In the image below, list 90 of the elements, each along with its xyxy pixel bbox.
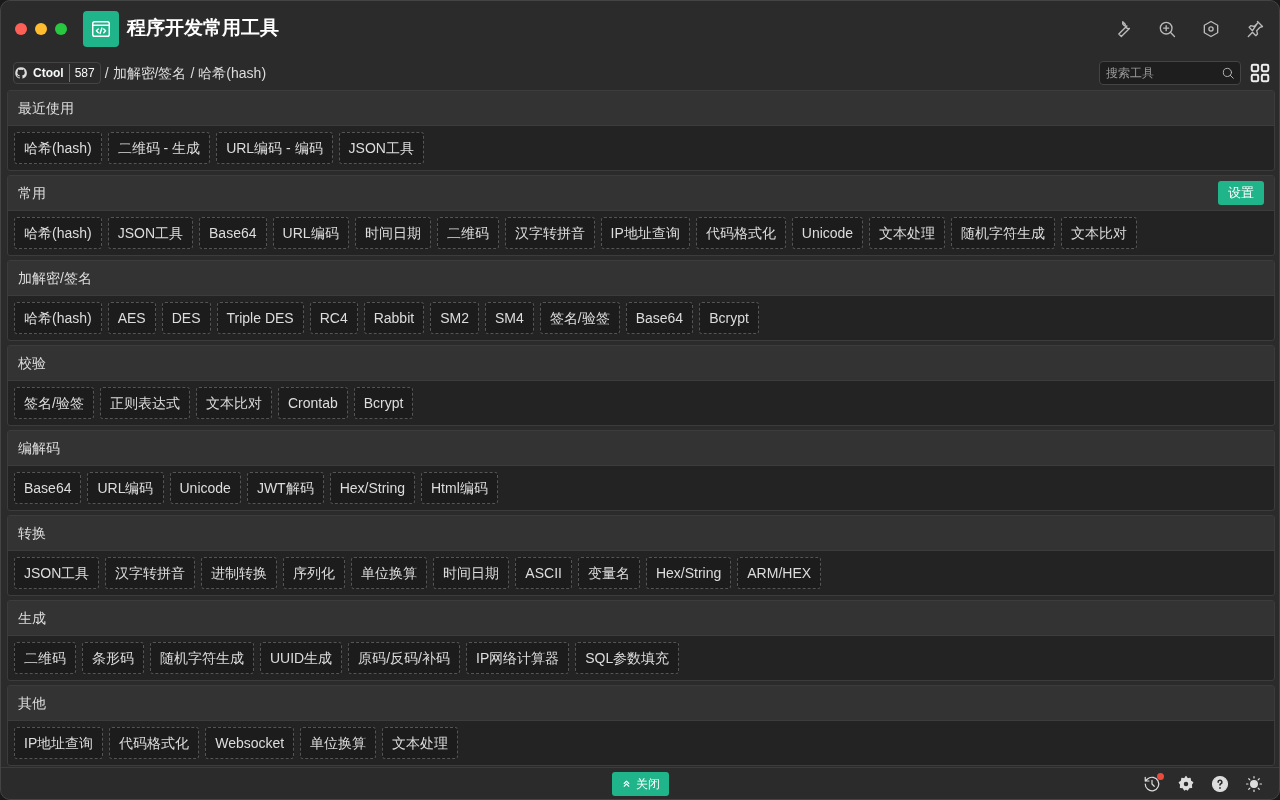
tool-button[interactable]: 代码格式化 xyxy=(695,217,786,249)
window-title: 程序开发常用工具 xyxy=(127,16,279,41)
tool-button[interactable]: 文本处理 xyxy=(869,217,946,249)
tool-button[interactable]: 文本处理 xyxy=(382,727,459,759)
tool-button[interactable]: SM2 xyxy=(430,302,479,334)
sun-icon[interactable] xyxy=(1245,774,1263,793)
tool-button[interactable]: SQL参数填充 xyxy=(575,642,680,674)
tool-button[interactable]: 二维码 - 生成 xyxy=(107,132,211,164)
search-icon xyxy=(1221,66,1235,80)
tool-button[interactable]: 文本比对 xyxy=(195,387,272,419)
section-title: 校验 xyxy=(18,353,46,373)
tool-button[interactable]: 签名/验签 xyxy=(14,387,94,419)
tool-button[interactable]: Crontab xyxy=(277,387,348,419)
github-repo-link[interactable]: Ctool 587 xyxy=(13,62,101,84)
section-title: 编解码 xyxy=(18,438,60,458)
github-icon xyxy=(14,66,28,80)
tool-button[interactable]: 时间日期 xyxy=(354,217,431,249)
tool-button[interactable]: Html编码 xyxy=(421,472,498,504)
tool-button[interactable]: 二维码 xyxy=(14,642,76,674)
tool-button[interactable]: Bcrypt xyxy=(353,387,414,419)
breadcrumb-item[interactable]: 加解密/签名 xyxy=(112,62,187,84)
tool-button[interactable]: JWT解码 xyxy=(246,472,324,504)
tool-button[interactable]: 随机字符生成 xyxy=(150,642,254,674)
section-title: 加解密/签名 xyxy=(18,268,92,288)
breadcrumb-separator: / xyxy=(190,63,195,83)
settings-icon[interactable] xyxy=(1177,774,1195,793)
hexagon-nut-icon[interactable] xyxy=(1201,18,1221,39)
tool-button[interactable]: DES xyxy=(161,302,211,334)
tool-button[interactable]: Base64 xyxy=(14,472,82,504)
repo-name: Ctool xyxy=(32,65,65,82)
tool-button[interactable]: IP地址查询 xyxy=(600,217,690,249)
tool-button[interactable]: SM4 xyxy=(484,302,534,334)
search-field[interactable]: 搜索工具 xyxy=(1099,61,1241,85)
tool-button[interactable]: Bcrypt xyxy=(699,302,759,334)
tool-button[interactable]: 代码格式化 xyxy=(109,727,200,759)
tool-button[interactable]: 正则表达式 xyxy=(99,387,190,419)
tool-button[interactable]: Base64 xyxy=(625,302,694,334)
tool-button[interactable]: 条形码 xyxy=(82,642,144,674)
maximize-window-button[interactable] xyxy=(55,22,67,35)
tool-button[interactable]: Triple DES xyxy=(216,302,304,334)
section-title: 生成 xyxy=(18,608,46,628)
tool-button[interactable]: JSON工具 xyxy=(338,132,424,164)
tool-button[interactable]: 进制转换 xyxy=(201,557,278,589)
tool-button[interactable]: IP网络计算器 xyxy=(466,642,570,674)
tool-button[interactable]: URL编码 - 编码 xyxy=(216,132,333,164)
tool-button[interactable]: 随机字符生成 xyxy=(951,217,1056,249)
tool-button[interactable]: 单位换算 xyxy=(300,727,377,759)
section-title: 转换 xyxy=(18,523,46,543)
tool-button[interactable]: 文本比对 xyxy=(1061,217,1138,249)
tool-button[interactable]: Hex/String xyxy=(329,472,415,504)
history-icon[interactable] xyxy=(1143,774,1161,793)
tool-button[interactable]: URL编码 xyxy=(87,472,164,504)
section-title: 最近使用 xyxy=(18,98,74,118)
tool-button[interactable]: URL编码 xyxy=(272,217,349,249)
tool-button[interactable]: Unicode xyxy=(791,217,864,249)
pin-icon[interactable] xyxy=(1245,18,1265,39)
tool-button[interactable]: Websocket xyxy=(205,727,295,759)
star-count: 587 xyxy=(68,64,100,82)
close-window-button[interactable] xyxy=(15,22,27,35)
tool-button[interactable]: RC4 xyxy=(309,302,358,334)
tool-button[interactable]: 哈希(hash) xyxy=(14,217,102,249)
tool-button[interactable]: Hex/String xyxy=(645,557,732,589)
tool-button[interactable]: UUID生成 xyxy=(260,642,343,674)
tool-button[interactable]: 序列化 xyxy=(283,557,346,589)
tool-button[interactable]: Unicode xyxy=(169,472,241,504)
tool-button[interactable]: ASCII xyxy=(515,557,572,589)
tool-button[interactable]: 签名/验签 xyxy=(539,302,620,334)
tool-button[interactable]: 时间日期 xyxy=(433,557,510,589)
tool-button[interactable]: 变量名 xyxy=(577,557,640,589)
tool-button[interactable]: 二维码 xyxy=(436,217,499,249)
breadcrumb-item[interactable]: 哈希(hash) xyxy=(198,62,267,84)
tool-button[interactable]: JSON工具 xyxy=(14,557,100,589)
breadcrumb-separator: / xyxy=(104,63,109,83)
minimize-window-button[interactable] xyxy=(35,22,47,35)
tool-button[interactable]: 原码/反码/补码 xyxy=(348,642,460,674)
section-title: 常用 xyxy=(18,183,46,203)
tool-button[interactable]: 单位换算 xyxy=(351,557,428,589)
tool-button[interactable]: IP地址查询 xyxy=(14,727,104,759)
tool-button[interactable]: Rabbit xyxy=(363,302,425,334)
tool-button[interactable]: Base64 xyxy=(199,217,267,249)
tool-button[interactable]: 哈希(hash) xyxy=(14,302,102,334)
help-icon[interactable] xyxy=(1211,774,1229,793)
tool-button[interactable]: 汉字转拼音 xyxy=(105,557,196,589)
tool-button[interactable]: AES xyxy=(107,302,156,334)
tool-button[interactable]: JSON工具 xyxy=(107,217,194,249)
tool-button[interactable]: 汉字转拼音 xyxy=(504,217,595,249)
tool-button[interactable]: ARM/HEX xyxy=(737,557,822,589)
grid-view-icon[interactable] xyxy=(1249,62,1271,84)
tool-button[interactable]: 哈希(hash) xyxy=(14,132,102,164)
section-title: 其他 xyxy=(18,693,46,713)
